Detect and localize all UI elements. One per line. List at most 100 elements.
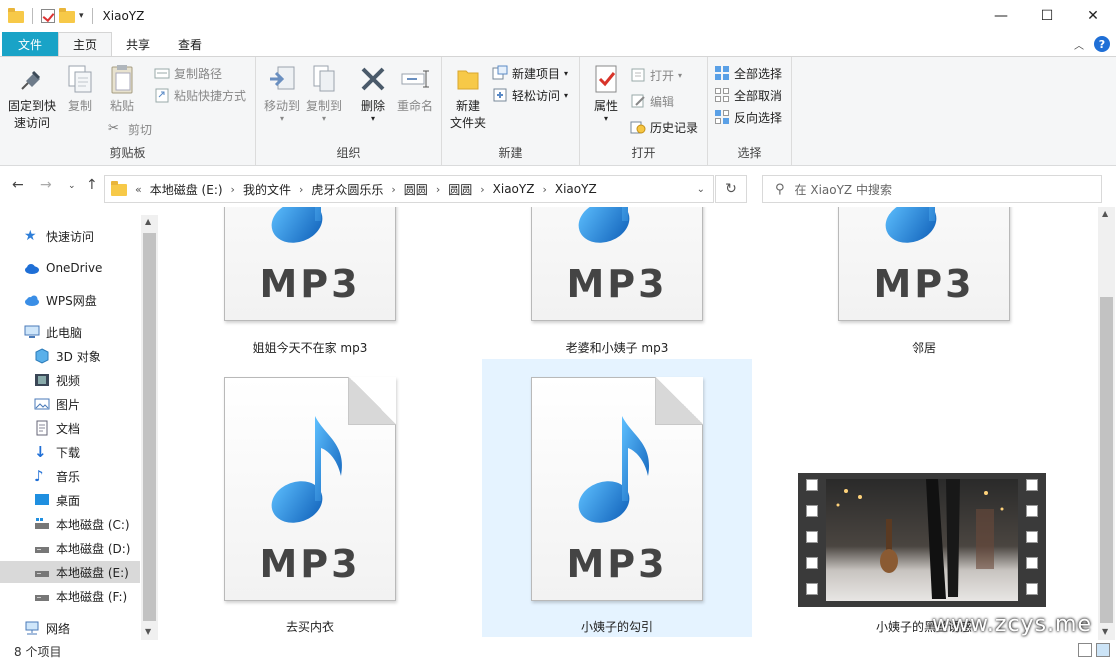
refresh-button[interactable]: ↻ [715, 175, 747, 203]
scroll-up-icon[interactable]: ▲ [1102, 209, 1108, 218]
invert-selection-button[interactable]: 反向选择 [714, 107, 782, 127]
nav-onedrive[interactable]: OneDrive [24, 257, 102, 279]
file-name: 老婆和小姨子 mp3 [565, 341, 669, 355]
overflow-chevron[interactable]: « [133, 183, 144, 196]
chevron-right-icon[interactable]: › [478, 183, 486, 196]
file-item[interactable]: MP3 邻居 [789, 207, 1059, 363]
chevron-right-icon[interactable]: › [540, 183, 548, 196]
breadcrumb-item[interactable]: 圆圆 [442, 181, 478, 198]
nav-scrollbar-thumb[interactable] [143, 233, 156, 621]
new-item-dropdown-icon: ▾ [564, 68, 569, 78]
edit-button[interactable]: 编辑 [630, 91, 674, 111]
nav-desktop[interactable]: 桌面 [34, 489, 80, 511]
scroll-down-icon[interactable]: ▼ [145, 627, 151, 636]
content-scrollbar[interactable]: ▲ ▼ [1098, 207, 1115, 640]
mp3-file-icon: MP3 [224, 377, 396, 601]
up-arrow-icon[interactable]: ↑ [86, 177, 98, 193]
address-dropdown-icon[interactable]: ⌄ [697, 184, 705, 195]
nav-drive-d[interactable]: 本地磁盘 (D:) [34, 537, 130, 559]
copy-to-button[interactable]: 复制到 ▾ [304, 63, 344, 123]
scroll-down-icon[interactable]: ▼ [1102, 627, 1108, 636]
nav-drive-f[interactable]: 本地磁盘 (F:) [34, 585, 127, 607]
nav-videos[interactable]: 视频 [34, 369, 80, 391]
divider [91, 8, 93, 24]
paste-button[interactable]: 粘贴 [102, 63, 142, 115]
new-folder-icon[interactable] [59, 8, 75, 23]
nav-network[interactable]: 网络 [24, 617, 70, 639]
content-scrollbar-thumb[interactable] [1100, 297, 1113, 623]
close-button[interactable]: ✕ [1070, 0, 1116, 32]
open-button[interactable]: 打开 ▾ [630, 65, 682, 85]
file-item[interactable]: MP3 去买内衣 [175, 359, 445, 637]
nav-this-pc[interactable]: 此电脑 [24, 321, 82, 343]
breadcrumb-item[interactable]: 虎牙众圆乐乐 [305, 181, 389, 198]
delete-button[interactable]: 删除 ▾ [356, 63, 390, 123]
collapse-ribbon-icon[interactable]: ︿ [1074, 37, 1084, 52]
minimize-button[interactable]: — [978, 0, 1024, 32]
new-item-button[interactable]: 新建项目 ▾ [492, 63, 568, 83]
clipboard-group-label: 剪贴板 [109, 146, 146, 160]
large-icons-view-icon[interactable] [1096, 643, 1110, 657]
computer-icon [24, 324, 40, 340]
paste-icon [106, 63, 138, 95]
nav-drive-c[interactable]: 本地磁盘 (C:) [34, 513, 130, 535]
chevron-right-icon[interactable]: › [229, 183, 237, 196]
scroll-up-icon[interactable]: ▲ [145, 217, 151, 226]
customize-toolbar-icon[interactable]: ▾ [79, 11, 84, 21]
breadcrumb-item[interactable]: XiaoYZ [487, 182, 541, 196]
cut-button[interactable]: ✂ 剪切 [108, 119, 152, 139]
nav-quick-access[interactable]: ★ 快速访问 [24, 225, 94, 247]
file-item[interactable]: MP3 老婆和小姨子 mp3 [482, 207, 752, 363]
select-all-icon [714, 65, 730, 81]
easy-access-button[interactable]: 轻松访问 ▾ [492, 85, 568, 105]
drive-icon [34, 540, 50, 556]
details-view-icon[interactable] [1078, 643, 1092, 657]
nav-pictures[interactable]: 图片 [34, 393, 80, 415]
pin-quick-access-button[interactable]: 固定到快 速访问 [6, 63, 58, 132]
file-item-selected[interactable]: MP3 小姨子的勾引 [482, 359, 752, 637]
nav-drive-e[interactable]: 本地磁盘 (E:) [0, 561, 140, 583]
search-input[interactable]: ⚲ 在 XiaoYZ 中搜索 [762, 175, 1102, 203]
select-all-button[interactable]: 全部选择 [714, 63, 782, 83]
file-item[interactable]: MP3 姐姐今天不在家 mp3 [175, 207, 445, 363]
select-none-button[interactable]: 全部取消 [714, 85, 782, 105]
nav-music[interactable]: ♪ 音乐 [34, 465, 80, 487]
delete-dropdown-icon: ▾ [370, 114, 375, 123]
paste-shortcut-button[interactable]: 粘贴快捷方式 [154, 85, 246, 105]
tab-share[interactable]: 共享 [112, 32, 164, 56]
history-button[interactable]: 历史记录 [630, 117, 698, 137]
new-folder-button[interactable]: 新建 文件夹 [448, 63, 488, 132]
copy-path-button[interactable]: 复制路径 [154, 63, 222, 83]
nav-documents[interactable]: 文档 [34, 417, 80, 439]
breadcrumb-item[interactable]: 本地磁盘 (E:) [144, 181, 229, 198]
chevron-right-icon[interactable]: › [389, 183, 397, 196]
rename-button[interactable]: 重命名 [394, 63, 436, 115]
recent-locations-icon[interactable]: ⌄ [68, 181, 76, 191]
breadcrumb-item[interactable]: XiaoYZ [549, 182, 603, 196]
breadcrumb[interactable]: « 本地磁盘 (E:) › 我的文件 › 虎牙众圆乐乐 › 圆圆 › 圆圆 › … [104, 175, 714, 203]
chevron-right-icon[interactable]: › [434, 183, 442, 196]
nav-wps-cloud[interactable]: WPS网盘 [24, 289, 97, 311]
back-arrow-icon[interactable]: ← [12, 177, 24, 193]
nav-scrollbar[interactable]: ▲ ▼ [141, 215, 158, 640]
quick-access-toolbar: ▾ [0, 8, 97, 24]
move-to-button[interactable]: 移动到 ▾ [262, 63, 302, 123]
tab-file[interactable]: 文件 [2, 32, 59, 56]
properties-icon[interactable] [41, 9, 55, 23]
breadcrumb-item[interactable]: 圆圆 [398, 181, 434, 198]
maximize-button[interactable]: ☐ [1024, 0, 1070, 32]
tab-home[interactable]: 主页 [58, 32, 113, 56]
copy-button[interactable]: 复制 [62, 63, 98, 115]
nav-3d-objects[interactable]: 3D 对象 [34, 345, 101, 367]
properties-button[interactable]: 属性 ▾ [586, 63, 626, 123]
ribbon-tabs: 文件 主页 共享 查看 ︿ ? [0, 32, 1116, 56]
edit-icon [630, 93, 646, 109]
nav-downloads[interactable]: ↓ 下载 [34, 441, 80, 463]
help-icon[interactable]: ? [1094, 36, 1110, 52]
new-item-icon [492, 65, 508, 81]
chevron-right-icon[interactable]: › [297, 183, 305, 196]
video-thumbnail[interactable] [798, 473, 1046, 607]
forward-arrow-icon[interactable]: → [40, 177, 52, 193]
tab-view[interactable]: 查看 [164, 32, 216, 56]
breadcrumb-item[interactable]: 我的文件 [237, 181, 297, 198]
